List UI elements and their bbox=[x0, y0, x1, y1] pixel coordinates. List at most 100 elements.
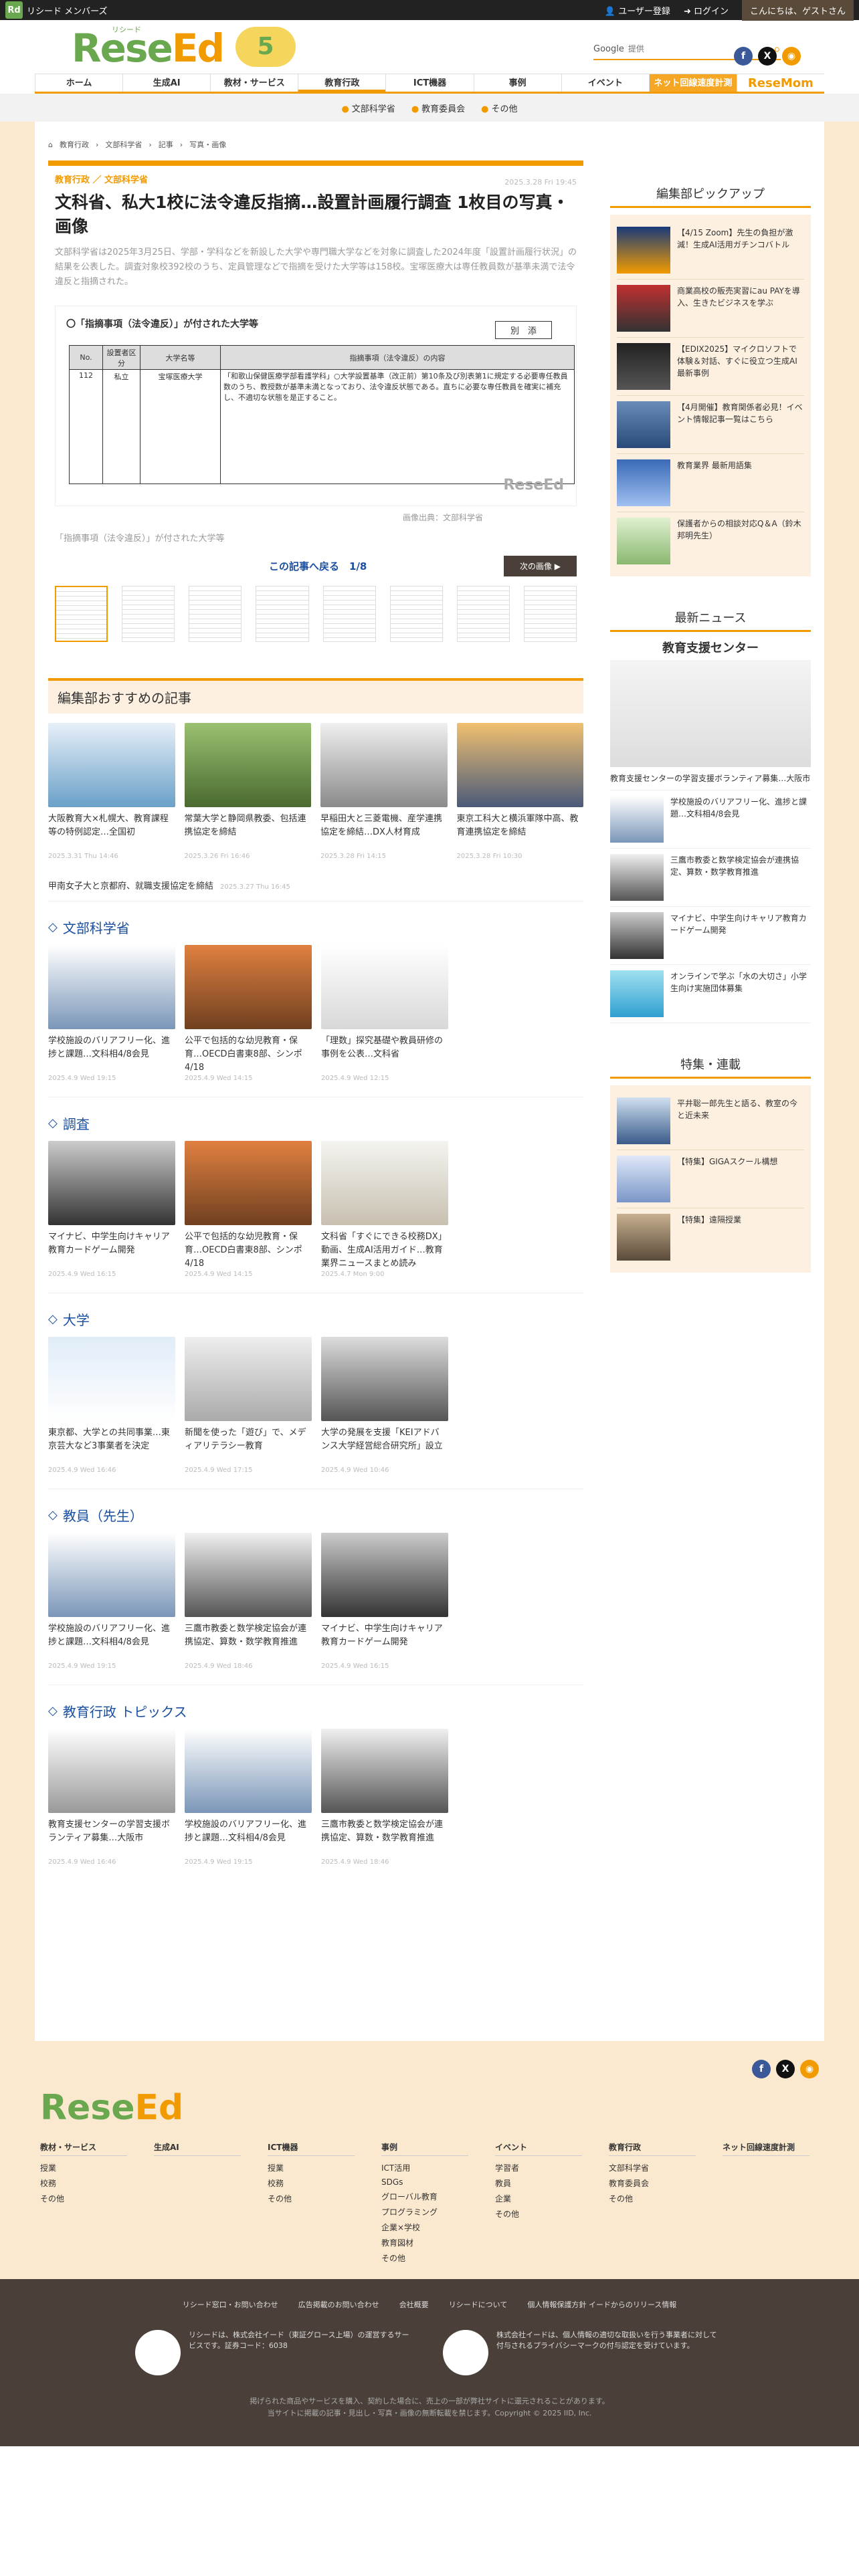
footer-legal-link[interactable]: リシード窓口・お問い合わせ bbox=[183, 2299, 278, 2310]
article-image[interactable]: 〇「指摘事項（法令違反）」が付された大学等 別 添 No. 設置者区分 大学名等 指摘… bbox=[55, 306, 577, 506]
section-title[interactable]: 教育行政 トピックス bbox=[63, 1701, 187, 1721]
home-icon[interactable]: ⌂ bbox=[48, 140, 53, 149]
recommended-text-item[interactable]: 甲南女子大と京都府、就職支援協定を締結 2025.3.27 Thu 16:45 bbox=[48, 879, 583, 901]
article-category[interactable]: 教育行政 ／ 文部科学省 bbox=[55, 173, 577, 185]
footer-logo[interactable]: ReseEd bbox=[40, 2088, 183, 2128]
footer-link[interactable]: その他 bbox=[40, 2191, 127, 2206]
subnav-other[interactable]: ● その他 bbox=[481, 102, 517, 114]
footer-link[interactable]: 教育図材 bbox=[381, 2235, 468, 2250]
nav-resemom[interactable]: ReseMom bbox=[736, 74, 824, 92]
footer-col-head[interactable]: 教育行政 bbox=[609, 2141, 696, 2156]
pickup-item[interactable]: 教育業界 最新用語集 bbox=[617, 454, 804, 512]
feature-item[interactable]: 【特集】遠隔授業 bbox=[617, 1208, 804, 1266]
thumbnail[interactable] bbox=[55, 586, 108, 642]
footer-link[interactable]: 企業 bbox=[495, 2191, 582, 2206]
footer-link[interactable]: 文部科学省 bbox=[609, 2160, 696, 2175]
footer-link[interactable]: 企業×学校 bbox=[381, 2220, 468, 2235]
footer-col-head[interactable]: イベント bbox=[495, 2141, 582, 2156]
footer-link[interactable]: 教育委員会 bbox=[609, 2175, 696, 2191]
news-item[interactable]: 学校施設のバリアフリー化、進捗と課題…文科相4/8会見 bbox=[610, 790, 811, 849]
footer-link[interactable]: その他 bbox=[495, 2206, 582, 2222]
footer-link[interactable]: 校務 bbox=[268, 2175, 355, 2191]
register-link[interactable]: 👤 ユーザー登録 bbox=[605, 4, 670, 17]
pickup-item[interactable]: 【EDIX2025】マイクロソフトで体験＆対話、すぐに役立つ生成AI最新事例 bbox=[617, 338, 804, 396]
footer-link[interactable]: 授業 bbox=[268, 2160, 355, 2175]
footer-legal-link[interactable]: リシードについて bbox=[449, 2299, 508, 2310]
section-title[interactable]: 教員（先生） bbox=[63, 1505, 143, 1525]
nav-ict[interactable]: ICT機器 bbox=[385, 74, 474, 92]
members-link[interactable]: リシード メンバーズ bbox=[27, 4, 107, 17]
pickup-item[interactable]: 【4月開催】教育関係者必見！イベント情報記事一覧はこちら bbox=[617, 396, 804, 454]
news-item[interactable]: オンラインで学ぶ「水の大切さ」小学生向け実施団体募集 bbox=[610, 965, 811, 1023]
rss-icon[interactable]: ◉ bbox=[782, 47, 801, 66]
section-card[interactable]: 新聞を使った「遊び」で、メディアリテラシー教育 2025.4.9 Wed 17:1… bbox=[185, 1337, 312, 1474]
x-icon[interactable]: X bbox=[758, 47, 777, 66]
subnav-board[interactable]: ● 教育委員会 bbox=[411, 102, 465, 114]
thumbnail[interactable] bbox=[189, 586, 242, 642]
recommended-card[interactable]: 大阪教育大×札幌大、教育課程等の特例認定…全国初 2025.3.31 Thu 14… bbox=[48, 723, 175, 860]
section-card[interactable]: 学校施設のバリアフリー化、進捗と課題…文科相4/8会見 2025.4.9 Wed … bbox=[48, 1533, 175, 1670]
nav-ai[interactable]: 生成AI bbox=[122, 74, 211, 92]
thumbnail[interactable] bbox=[122, 586, 175, 642]
footer-col-head[interactable]: 事例 bbox=[381, 2141, 468, 2156]
thumbnail[interactable] bbox=[256, 586, 309, 642]
footer-legal-link[interactable]: 個人情報保護方針 イードからのリリース情報 bbox=[527, 2299, 676, 2310]
footer-col-head[interactable]: 教材・サービス bbox=[40, 2141, 127, 2156]
thumbnail[interactable] bbox=[389, 586, 443, 642]
nav-home[interactable]: ホーム bbox=[35, 74, 123, 92]
footer-link[interactable]: その他 bbox=[381, 2250, 468, 2266]
breadcrumb-item[interactable]: 教育行政 bbox=[60, 139, 89, 150]
footer-legal-link[interactable]: 会社概要 bbox=[399, 2299, 429, 2310]
subnav-mext[interactable]: ● 文部科学省 bbox=[341, 102, 395, 114]
login-link[interactable]: ➜ ログイン bbox=[684, 4, 729, 17]
pickup-item[interactable]: 保護者からの相談対応Q＆A（鈴木邦明先生） bbox=[617, 512, 804, 570]
pickup-item[interactable]: 商業高校の販売実習にau PAYを導入、生きたビジネスを学ぶ bbox=[617, 280, 804, 338]
section-card[interactable]: 文科省「すぐにできる校務DX」動画、生成AI活用ガイド…教育業界ニュースまとめ読… bbox=[321, 1141, 448, 1278]
footer-link[interactable]: 授業 bbox=[40, 2160, 127, 2175]
section-title[interactable]: 調査 bbox=[63, 1113, 90, 1133]
news-item[interactable]: 三鷹市教委と数学検定協会が連携協定、算数・数学教育推進 bbox=[610, 849, 811, 907]
footer-legal-link[interactable]: 広告掲載のお問い合わせ bbox=[298, 2299, 379, 2310]
feature-item[interactable]: 【特集】GIGAスクール構想 bbox=[617, 1150, 804, 1208]
back-to-article-link[interactable]: この記事へ戻る 1/8 bbox=[269, 559, 367, 573]
facebook-icon[interactable]: f bbox=[752, 2060, 771, 2078]
footer-link[interactable]: 教員 bbox=[495, 2175, 582, 2191]
footer-col-head[interactable]: ICT機器 bbox=[268, 2141, 355, 2156]
breadcrumb-item[interactable]: 記事 bbox=[159, 139, 173, 150]
news-feature[interactable]: 教育支援センターの学習支援ボランティア募集…大阪市 bbox=[610, 660, 811, 790]
section-card[interactable]: 学校施設のバリアフリー化、進捗と課題…文科相4/8会見 2025.4.9 Wed … bbox=[185, 1729, 312, 1866]
news-item[interactable]: マイナビ、中学生向けキャリア教育カードゲーム開発 bbox=[610, 907, 811, 965]
section-card[interactable]: 公平で包括的な幼児教育・保育…OECD白書東8部、シンポ4/18 2025.4.9… bbox=[185, 945, 312, 1082]
footer-link[interactable]: 校務 bbox=[40, 2175, 127, 2191]
section-card[interactable]: マイナビ、中学生向けキャリア教育カードゲーム開発 2025.4.9 Wed 16:… bbox=[321, 1533, 448, 1670]
site-logo[interactable]: ReseEd bbox=[72, 25, 225, 71]
x-icon[interactable]: X bbox=[776, 2060, 795, 2078]
footer-link[interactable]: プログラミング bbox=[381, 2204, 468, 2220]
thumbnail[interactable] bbox=[523, 586, 577, 642]
footer-col-head[interactable]: ネット回線速度計測 bbox=[723, 2141, 809, 2156]
footer-link[interactable]: その他 bbox=[609, 2191, 696, 2206]
nav-materials[interactable]: 教材・サービス bbox=[210, 74, 298, 92]
breadcrumb-item[interactable]: 文部科学省 bbox=[105, 139, 142, 150]
section-card[interactable]: 大学の発展を支援「KEIアドバンス大学経営総合研究所」設立 2025.4.9 We… bbox=[321, 1337, 448, 1474]
feature-item[interactable]: 平井聡一郎先生と語る、教室の今と近未来 bbox=[617, 1092, 804, 1150]
facebook-icon[interactable]: f bbox=[734, 47, 753, 66]
section-card[interactable]: 学校施設のバリアフリー化、進捗と課題…文科相4/8会見 2025.4.9 Wed … bbox=[48, 945, 175, 1082]
nav-events[interactable]: イベント bbox=[561, 74, 649, 92]
nav-admin[interactable]: 教育行政 bbox=[298, 74, 386, 92]
next-image-button[interactable]: 次の画像 ▶ bbox=[503, 556, 577, 576]
footer-link[interactable]: グローバル教育 bbox=[381, 2189, 468, 2204]
section-title[interactable]: 大学 bbox=[63, 1309, 90, 1329]
footer-link[interactable]: 学習者 bbox=[495, 2160, 582, 2175]
section-card[interactable]: 教育支援センターの学習支援ボランティア募集…大阪市 2025.4.9 Wed 16… bbox=[48, 1729, 175, 1866]
footer-link[interactable]: ICT活用 bbox=[381, 2160, 468, 2175]
thumbnail[interactable] bbox=[322, 586, 376, 642]
recommended-card[interactable]: 常葉大学と静岡県教委、包括連携協定を締結 2025.3.26 Fri 16:46 bbox=[184, 723, 311, 860]
recommended-card[interactable]: 早稲田大と三菱電機、産学連携協定を締結…DX人材育成 2025.3.28 Fri … bbox=[320, 723, 448, 860]
nav-cases[interactable]: 事例 bbox=[473, 74, 561, 92]
section-card[interactable]: 三鷹市教委と数学検定協会が連携協定、算数・数学教育推進 2025.4.9 Wed … bbox=[321, 1729, 448, 1866]
footer-col-head[interactable]: 生成AI bbox=[154, 2141, 241, 2156]
footer-link[interactable]: SDGs bbox=[381, 2175, 468, 2189]
recommended-card[interactable]: 東京工科大と横浜軍隊中高、教育連携協定を締結 2025.3.28 Fri 10:3… bbox=[456, 723, 583, 860]
thumbnail[interactable] bbox=[456, 586, 510, 642]
